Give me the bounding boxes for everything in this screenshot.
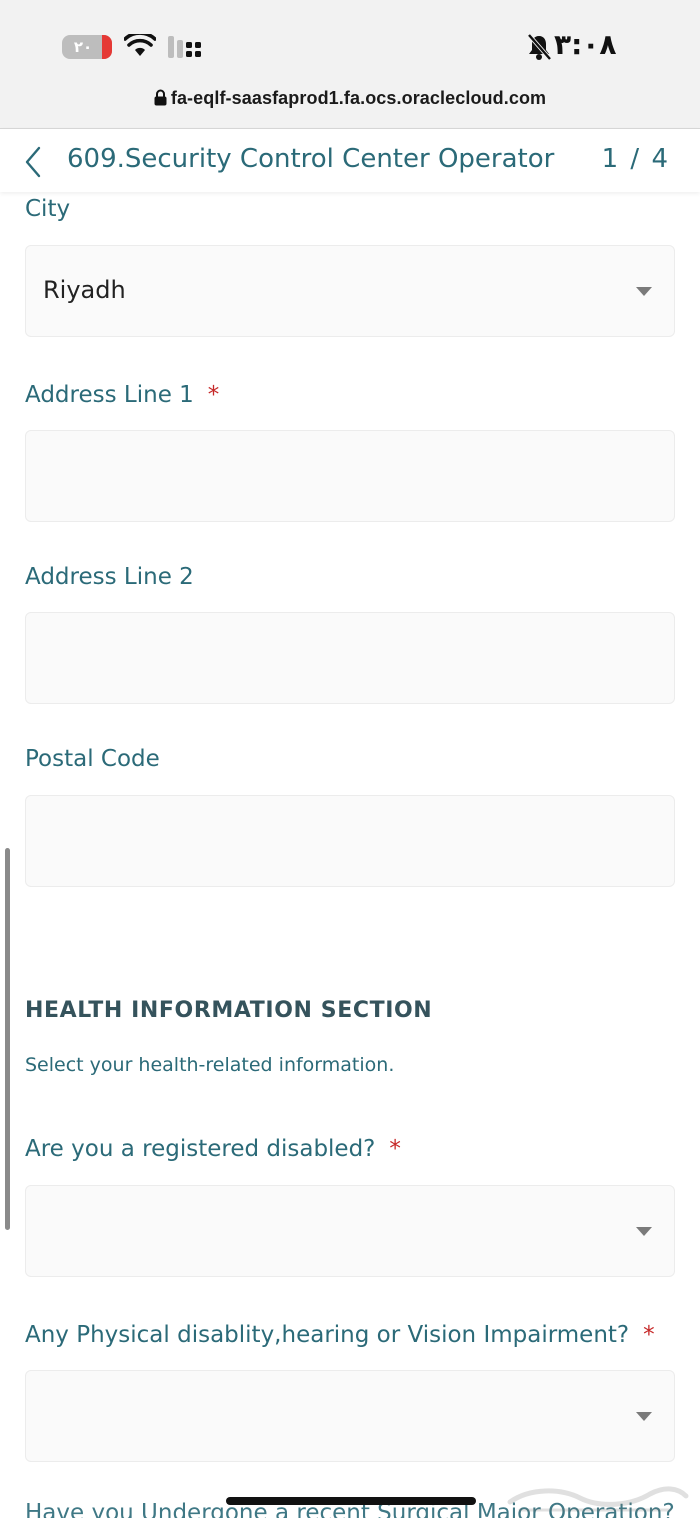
address-line-2-label-text: Address Line 2 xyxy=(25,564,194,590)
wifi-icon xyxy=(124,34,156,56)
status-time: ٣:٠٨ xyxy=(554,28,617,61)
city-select-value: Riyadh xyxy=(43,276,126,304)
postal-code-input[interactable] xyxy=(25,795,675,887)
url-bar[interactable]: fa-eqlf-saasfaprod1.fa.ocs.oraclecloud.c… xyxy=(0,88,700,109)
status-bar: ٢٠ ٣:٠٨ fa-eqlf-saasfaprod1.fa.ocs.oracl… xyxy=(0,0,700,128)
signal-icon xyxy=(168,36,201,58)
section-title: HEALTH INFORMATION SECTION xyxy=(25,998,433,1023)
postal-code-label: Postal Code xyxy=(25,746,160,772)
dropdown-caret-icon xyxy=(636,1227,652,1236)
address-line-2-input[interactable] xyxy=(25,612,675,704)
watermark-logo xyxy=(507,1486,689,1512)
home-indicator[interactable] xyxy=(226,1497,476,1505)
scrollbar[interactable] xyxy=(5,848,10,1230)
city-label: City xyxy=(25,196,70,222)
required-marker: * xyxy=(643,1322,655,1348)
required-marker: * xyxy=(207,382,220,408)
page-header: 609.Security Control Center Operator 1 /… xyxy=(0,128,700,192)
postal-code-label-text: Postal Code xyxy=(25,746,160,772)
city-select[interactable]: Riyadh xyxy=(25,245,675,337)
page-title: 609.Security Control Center Operator xyxy=(67,144,555,174)
address-line-1-label: Address Line 1 * xyxy=(25,382,219,408)
battery-percent: ٢٠ xyxy=(73,38,93,56)
required-marker: * xyxy=(389,1136,401,1162)
registered-disabled-select[interactable] xyxy=(25,1185,675,1277)
lock-icon xyxy=(154,89,167,106)
address-line-2-label: Address Line 2 xyxy=(25,564,194,590)
address-line-1-input[interactable] xyxy=(25,430,675,522)
section-description: Select your health-related information. xyxy=(25,1054,395,1076)
dropdown-caret-icon xyxy=(636,1412,652,1421)
url-text: fa-eqlf-saasfaprod1.fa.ocs.oraclecloud.c… xyxy=(170,88,547,108)
battery-icon: ٢٠ xyxy=(62,35,112,59)
registered-disabled-label-text: Are you a registered disabled? xyxy=(25,1136,376,1162)
registered-disabled-label: Are you a registered disabled? * xyxy=(25,1136,401,1162)
impairment-select[interactable] xyxy=(25,1370,675,1462)
bell-off-icon xyxy=(527,33,552,61)
impairment-label-text: Any Physical disablity,hearing or Vision… xyxy=(25,1322,630,1348)
back-chevron-icon[interactable] xyxy=(22,145,44,179)
address-line-1-label-text: Address Line 1 xyxy=(25,382,194,408)
city-label-text: City xyxy=(25,196,71,222)
dropdown-caret-icon xyxy=(636,287,652,296)
page-indicator: 1 / 4 xyxy=(601,144,670,174)
impairment-label: Any Physical disablity,hearing or Vision… xyxy=(25,1322,655,1348)
